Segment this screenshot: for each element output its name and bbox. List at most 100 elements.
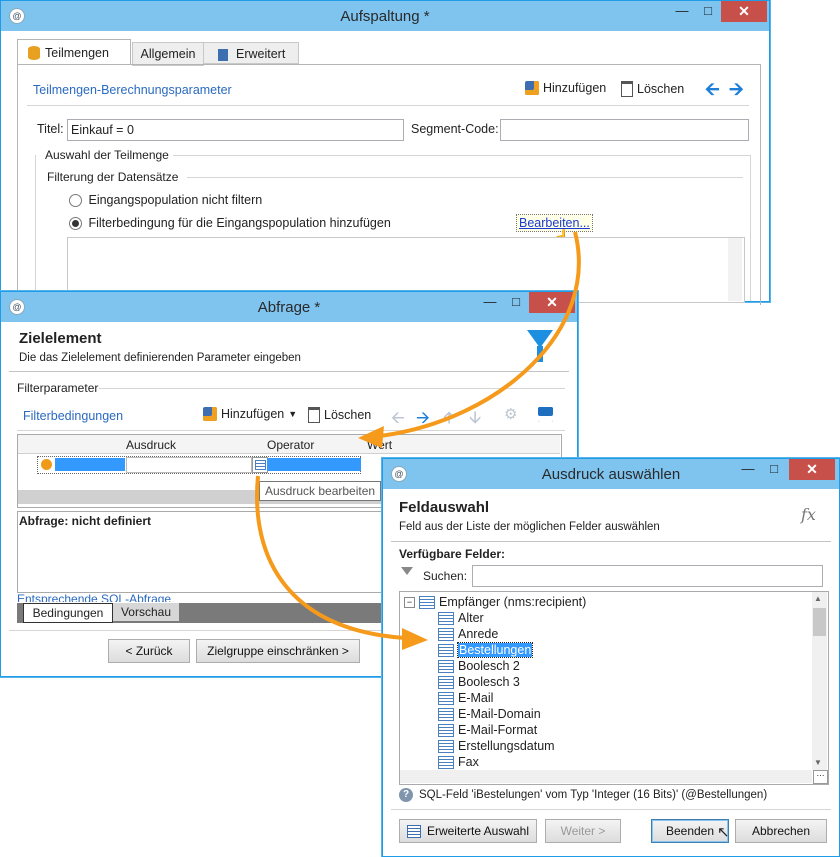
add-button[interactable]: Hinzufügen	[525, 81, 606, 95]
search-label: Suchen:	[423, 569, 468, 583]
list-item[interactable]: E-Mail-Format	[438, 722, 537, 738]
expression-cell[interactable]	[126, 457, 252, 473]
titlebar[interactable]: @ Abfrage * — □ ✕	[1, 292, 577, 322]
field-label: E-Mail-Format	[458, 723, 538, 737]
scroll-down-icon[interactable]: ▼	[814, 758, 822, 767]
back-button[interactable]: < Zurück	[108, 639, 190, 663]
maximize-button[interactable]: □	[503, 292, 529, 313]
collapse-icon[interactable]: −	[404, 596, 415, 608]
delete-button[interactable]: Löschen	[621, 81, 684, 97]
field-label: Boolesch 3	[458, 675, 520, 689]
trash-icon	[308, 407, 320, 423]
operator-cell	[267, 458, 361, 471]
page-subheading: Die das Zielelement definierenden Parame…	[19, 352, 301, 364]
column-header[interactable]: Wert	[367, 438, 392, 452]
maximize-button[interactable]: □	[761, 459, 787, 480]
page-subheading: Feld aus der Liste der möglichen Felder …	[399, 521, 660, 533]
chevron-down-icon: ▼	[288, 409, 298, 419]
list-item[interactable]: E-Mail	[438, 690, 493, 706]
list-item[interactable]: Boolesch 3	[438, 674, 520, 690]
gear-icon[interactable]: ⚙	[504, 405, 517, 423]
tree-root[interactable]: − Empfänger (nms:recipient)	[404, 594, 586, 610]
tooltip: Ausdruck bearbeiten	[259, 481, 382, 501]
field-label: Erstellungsdatum	[458, 739, 555, 753]
tab-vorschau[interactable]: Vorschau	[113, 603, 179, 621]
status-dot-icon	[41, 459, 52, 470]
tab-bedingungen[interactable]: Bedingungen	[23, 603, 113, 623]
filter-params-label: Filterparameter	[17, 381, 99, 395]
minimize-button[interactable]: —	[735, 459, 761, 480]
field-label: Boolesch 2	[458, 659, 520, 673]
tab-teilmengen[interactable]: Teilmengen	[17, 39, 131, 65]
column-header[interactable]: Operator	[267, 438, 314, 452]
arrow-left-icon[interactable]: 🡨	[705, 80, 720, 98]
query-status: Abfrage: nicht definiert	[19, 514, 152, 528]
tree-hscrollbar[interactable]	[400, 770, 812, 783]
tab-allgemein[interactable]: Allgemein	[132, 42, 204, 66]
scrollbar[interactable]	[728, 238, 742, 301]
radio-button[interactable]	[69, 217, 82, 231]
field-icon	[438, 643, 454, 657]
filter-group-label: Filterung der Datensätze	[47, 170, 179, 184]
page-heading: Feldauswahl	[399, 499, 490, 516]
radio-button[interactable]	[69, 194, 82, 208]
tree-root-label: Empfänger (nms:recipient)	[439, 595, 587, 609]
segment-label: Segment-Code:	[411, 122, 499, 136]
search-input[interactable]	[472, 565, 823, 587]
close-button[interactable]: ✕	[721, 1, 767, 22]
scroll-thumb[interactable]	[813, 608, 826, 636]
table-icon	[419, 595, 435, 609]
field-label: Alter	[458, 611, 484, 625]
delete-button[interactable]: Löschen	[308, 407, 371, 423]
row-selection-cell	[55, 458, 125, 471]
titlebar[interactable]: @ Ausdruck auswählen — □ ✕	[383, 459, 839, 489]
arrow-right-icon[interactable]: 🡪	[729, 80, 744, 98]
sql-link[interactable]: Entsprechende SQL-Abfrage	[17, 592, 171, 602]
tab-label: Erweitert	[236, 47, 286, 61]
close-button[interactable]: ✕	[529, 292, 575, 313]
column-header[interactable]: Ausdruck	[126, 438, 176, 452]
radio-add-filter[interactable]: Filterbedingung für die Eingangspopulati…	[69, 216, 391, 231]
delete-label: Löschen	[637, 82, 685, 96]
sql-link-label: Entsprechende SQL-Abfrage	[17, 592, 172, 602]
list-item[interactable]: Anrede	[438, 626, 498, 642]
tab-label: Allgemein	[140, 47, 196, 61]
tooltip-label: Ausdruck bearbeiten	[265, 484, 376, 498]
list-item[interactable]: Bestellungen	[438, 642, 534, 658]
more-icon[interactable]: ⋯	[813, 770, 828, 784]
radio-no-filter[interactable]: Eingangspopulation nicht filtern	[69, 193, 262, 208]
window-aufspaltung: @ Aufspaltung * — □ ✕ Teilmengen Allgeme…	[0, 0, 770, 305]
tab-label: Vorschau	[120, 605, 172, 619]
title-input[interactable]: Einkauf = 0	[67, 119, 404, 141]
delete-label: Löschen	[324, 408, 372, 422]
field-label: E-Mail-Domain	[458, 707, 541, 721]
add-button[interactable]: Hinzufügen ▼	[203, 407, 297, 421]
tab-label: Bedingungen	[32, 606, 104, 620]
add-label: Hinzufügen	[543, 81, 607, 95]
edit-expression-icon[interactable]	[252, 457, 268, 473]
titlebar[interactable]: @ Aufspaltung * — □ ✕	[1, 1, 769, 31]
close-button[interactable]: ✕	[789, 459, 835, 480]
maximize-button[interactable]: □	[695, 1, 721, 22]
next-button[interactable]: Weiter >	[545, 819, 621, 843]
tree-vscrollbar[interactable]: ▲ ▼	[812, 592, 827, 770]
tab-erweitert[interactable]: Erweitert	[203, 42, 299, 64]
page-heading: Zielelement	[19, 330, 102, 347]
next-button[interactable]: Zielgruppe einschränken >	[196, 639, 360, 663]
list-item[interactable]: Boolesch 2	[438, 658, 520, 674]
field-icon	[438, 659, 454, 673]
scroll-up-icon[interactable]: ▲	[814, 594, 822, 603]
list-item[interactable]: Alter	[438, 610, 484, 626]
segment-input[interactable]	[500, 119, 749, 141]
computed-field-icon	[438, 707, 454, 721]
cancel-button[interactable]: Abbrechen	[735, 819, 827, 843]
window-ausdruck: @ Ausdruck auswählen — □ ✕ Feldauswahl F…	[382, 458, 840, 857]
list-item[interactable]: Erstellungsdatum	[438, 738, 555, 754]
field-label: E-Mail	[458, 691, 494, 705]
advanced-selection-button[interactable]: Erweiterte Auswahl	[399, 819, 537, 843]
minimize-button[interactable]: —	[669, 1, 695, 22]
minimize-button[interactable]: —	[477, 292, 503, 313]
list-item[interactable]: Fax	[438, 754, 479, 770]
list-item[interactable]: E-Mail-Domain	[438, 706, 541, 722]
save-icon[interactable]	[538, 407, 553, 422]
